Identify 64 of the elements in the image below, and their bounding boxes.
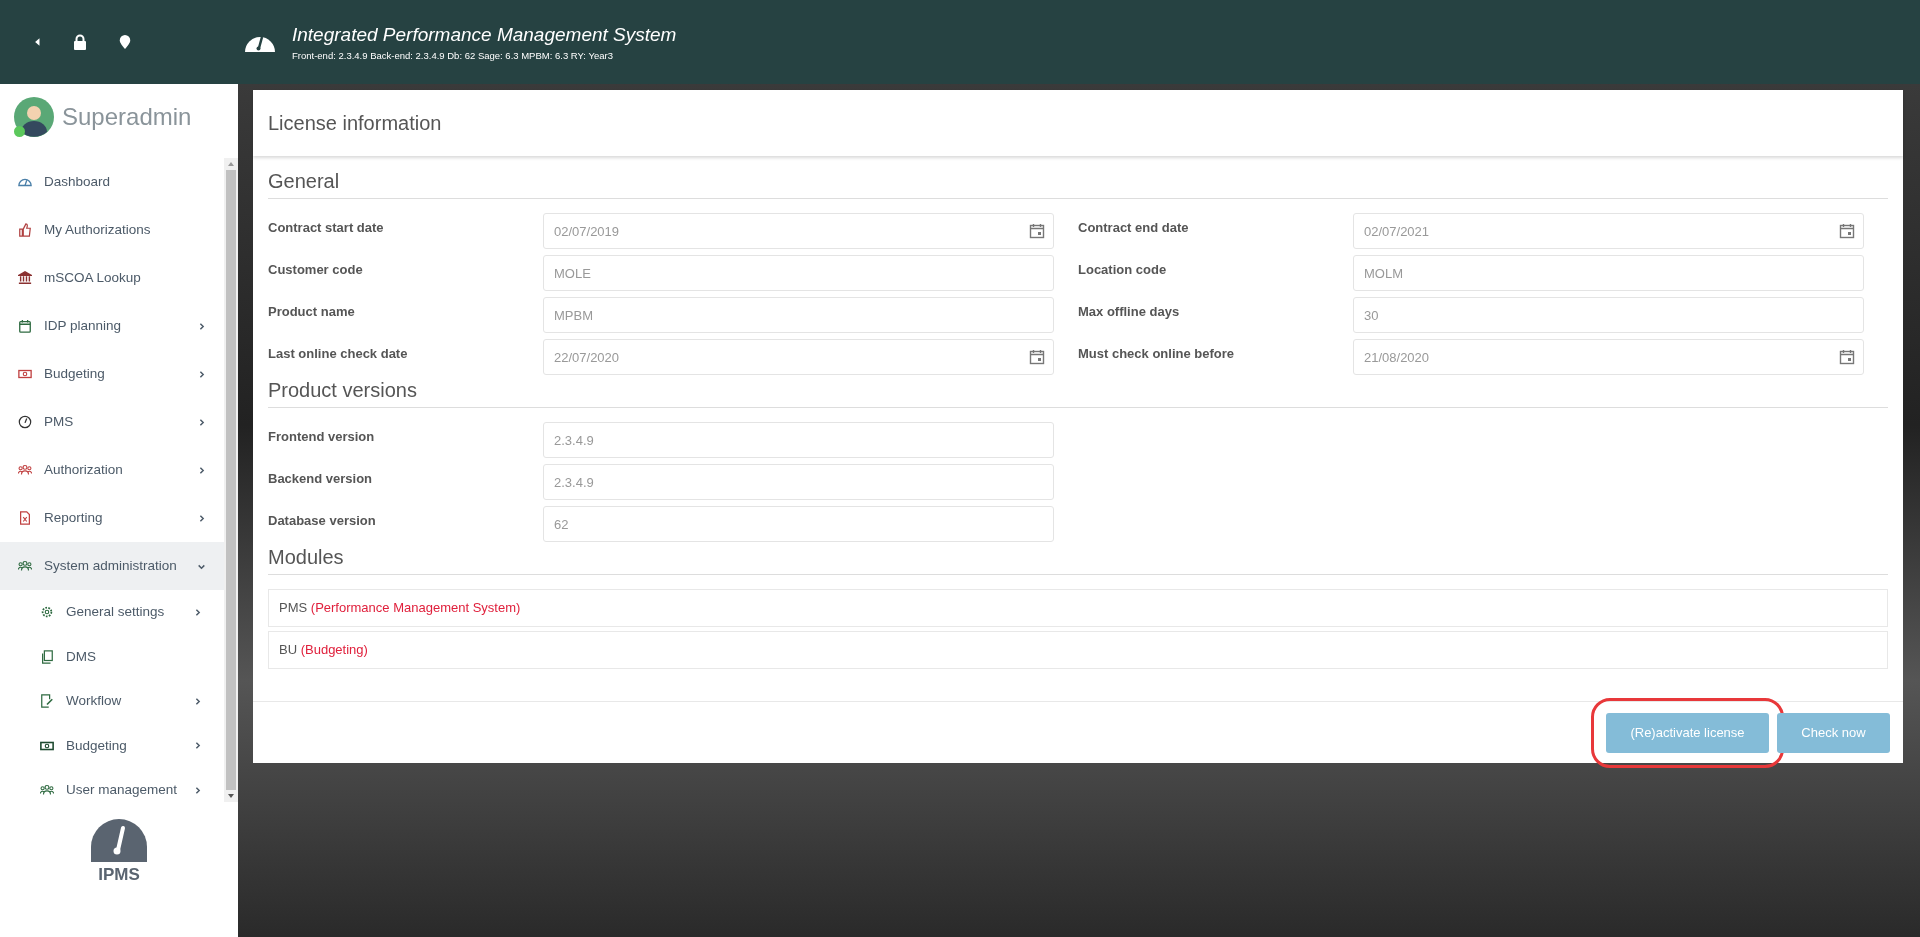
bank-icon (18, 271, 32, 285)
calendar-icon (18, 319, 32, 333)
banknote-icon (18, 367, 32, 381)
chevron-icon (193, 785, 202, 795)
field-label: Frontend version (268, 428, 376, 446)
gauge-icon (18, 415, 32, 429)
chevron-icon (193, 696, 202, 706)
menu-item[interactable]: Authorization (0, 446, 224, 494)
calendar-icon[interactable] (1839, 349, 1855, 365)
submenu-item[interactable]: Workflow (0, 679, 224, 724)
field-label: Must check online before (1078, 345, 1236, 363)
section-title: General (268, 170, 340, 192)
calendar-icon[interactable] (1839, 223, 1855, 239)
menu-item[interactable]: My Authorizations (0, 206, 224, 254)
submenu-item[interactable]: Budgeting (0, 723, 224, 768)
gear-icon (40, 605, 54, 620)
module-row: PMS (Performance Management System) (268, 589, 1888, 627)
spreadsheet-file-icon (18, 511, 32, 525)
logo-icon (90, 818, 148, 862)
section-title: Product versions (268, 379, 417, 401)
calendar-icon[interactable] (1029, 223, 1045, 239)
scrollbar[interactable] (224, 158, 238, 802)
app-title: Integrated Performance Management System (292, 22, 677, 47)
chevron-icon (197, 321, 206, 331)
location-pin-icon[interactable] (118, 34, 132, 50)
lock-icon[interactable] (72, 34, 88, 50)
chevron-icon (197, 369, 206, 379)
menu-item[interactable]: Reporting (0, 494, 224, 542)
users-icon (18, 463, 32, 477)
field-label: Contract end date (1078, 219, 1190, 237)
submenu-item[interactable]: General settings (0, 590, 224, 635)
field-label: Last online check date (268, 345, 409, 363)
field-label: Customer code (268, 261, 364, 279)
menu-item[interactable]: PMS (0, 398, 224, 446)
menu-item[interactable]: System administration (0, 542, 224, 590)
field-label: Max offline days (1078, 303, 1181, 321)
field-label: Backend version (268, 470, 374, 488)
submenu-item[interactable]: DMS (0, 634, 224, 679)
menu-item[interactable]: mSCOA Lookup (0, 254, 224, 302)
menu-item[interactable]: IDP planning (0, 302, 224, 350)
menu-item[interactable]: Dashboard (0, 158, 224, 206)
field-label: Contract start date (268, 219, 385, 237)
calendar-icon[interactable] (1029, 349, 1045, 365)
logo-text: IPMS (98, 864, 140, 886)
card-title: License information (268, 111, 442, 136)
field-label: Product name (268, 303, 356, 321)
avatar (14, 97, 54, 137)
copy-icon (40, 649, 54, 664)
field-label: Database version (268, 512, 377, 530)
module-row: BU (Budgeting) (268, 631, 1888, 669)
chevron-icon (197, 513, 206, 523)
section-title: Modules (268, 546, 344, 568)
user-name: Superadmin (62, 102, 192, 132)
chevron-icon (193, 607, 202, 617)
users-icon (18, 559, 32, 573)
version-info: Front-end: 2.3.4.9 Back-end: 2.3.4.9 Db: 62 Sage: 6.3 MPBM: 6.3 RY: Year3 (292, 49, 614, 64)
submenu-item[interactable]: User management (0, 768, 224, 802)
field-label: Location code (1078, 261, 1168, 279)
edit-document-icon (40, 694, 54, 709)
menu-item[interactable]: Budgeting (0, 350, 224, 398)
chevron-icon (197, 465, 206, 475)
chevron-icon (193, 741, 202, 751)
thumbs-up-icon (18, 223, 32, 237)
chevron-icon (197, 417, 206, 427)
